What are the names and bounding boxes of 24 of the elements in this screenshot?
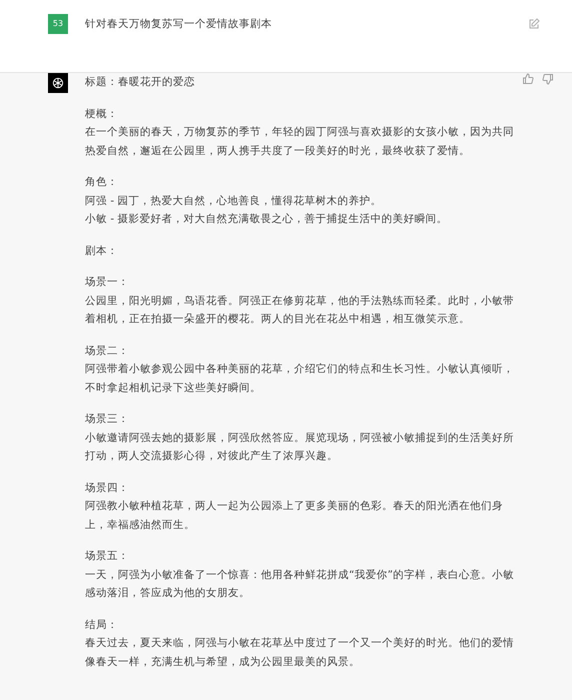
user-message: 针对春天万物复苏写一个爱情故事剧本 — [85, 17, 273, 32]
paragraph: 公园里，阳光明媚，鸟语花香。阿强正在修剪花草，他的手法熟练而轻柔。此时，小敏带着相机，正在拍摄一朵盛开的樱花。两人的目光在花丛中相遇，相互微笑示意。 — [85, 294, 515, 327]
section-heading: 场景一： — [85, 275, 130, 290]
section-heading: 场景二： — [85, 344, 130, 358]
paragraph: 阿强 - 园丁，热爱大自然，心地善良，懂得花草树木的养护。 — [85, 194, 382, 208]
user-avatar: 53 — [48, 14, 68, 34]
section-heading: 场景五： — [85, 549, 130, 564]
paragraph: 一天，阿强为小敏准备了一个惊喜：他用各种鲜花拼成“我爱你”的字样，表白心意。小敏感动落泪，答应成为他的女朋友。 — [85, 568, 515, 601]
paragraph: 阿强带着小敏参观公园中各种美丽的花草，介绍它们的特点和生长习性。小敏认真倾听，不时拿起相机记录下这些美好瞬间。 — [85, 362, 515, 396]
paragraph: 在一个美丽的春天，万物复苏的季节，年轻的园丁阿强与喜欢摄影的女孩小敏，因为共同热爱自然，邂逅在公园里，两人携手共度了一段美好的时光，最终收获了爱情。 — [85, 125, 515, 158]
reply-title: 标题：春暖花开的爱恋 — [85, 75, 196, 90]
paragraph: 小敏邀请阿强去她的摄影展，阿强欣然答应。展览现场，阿强被小敏捕捉到的生活美好所打动，两人交流摄影心得，对彼此产生了浓厚兴趣。 — [85, 430, 515, 464]
paragraph: 小敏 - 摄影爱好者，对大自然充满敬畏之心，善于捕捉生活中的美好瞬间。 — [85, 212, 448, 227]
section-heading: 梗概： — [85, 106, 119, 122]
paragraph: 阿强教小敏种植花草，两人一起为公园添上了更多美丽的色彩。春天的阳光洒在他们身上，幸福感油然而生。 — [85, 499, 504, 532]
thumbs-up-icon[interactable] — [522, 73, 534, 85]
section-heading: 场景三： — [85, 412, 130, 427]
section-heading: 场景四： — [85, 480, 130, 496]
section-heading: 剧本： — [85, 244, 119, 258]
thumbs-down-icon[interactable] — [542, 73, 554, 85]
edit-icon[interactable] — [528, 18, 540, 30]
paragraph: 春天过去，夏天来临，阿强与小敏在花草丛中度过了一个又一个美好的时光。他们的爱情像春天一样，充满生机与希望，成为公园里最美的风景。 — [85, 636, 515, 670]
section-heading: 角色： — [85, 175, 119, 190]
section-heading: 结局： — [85, 618, 119, 632]
